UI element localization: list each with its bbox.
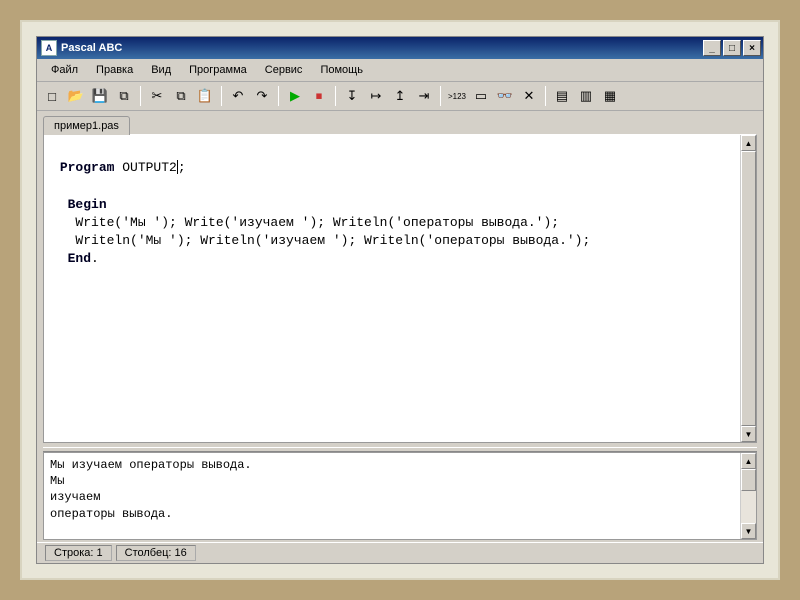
run-to-cursor-icon[interactable]: ⇥: [413, 85, 435, 107]
new-file-icon[interactable]: □: [41, 85, 63, 107]
app-icon: A: [41, 40, 57, 56]
kw-program: Program: [60, 160, 115, 175]
save-all-icon[interactable]: ⧉: [113, 85, 135, 107]
output-text: Мы изучаем операторы вывода. Мы изучаем …: [44, 453, 740, 539]
paste-icon[interactable]: 📋: [194, 85, 216, 107]
text-cursor: [177, 160, 178, 174]
tile-vert-icon[interactable]: ▥: [575, 85, 597, 107]
menu-program[interactable]: Программа: [181, 62, 255, 78]
end-dot: .: [91, 251, 99, 266]
output-pane: Мы изучаем операторы вывода. Мы изучаем …: [43, 452, 757, 540]
menu-view[interactable]: Вид: [143, 62, 179, 78]
redo-icon[interactable]: ↷: [251, 85, 273, 107]
close-doc-icon[interactable]: ✕: [518, 85, 540, 107]
minimize-button[interactable]: _: [703, 40, 721, 56]
open-file-icon[interactable]: 📂: [65, 85, 87, 107]
toolbar-separator: [440, 86, 441, 106]
scroll-thumb[interactable]: [741, 151, 756, 426]
scroll-thumb[interactable]: [741, 469, 756, 491]
tab-active[interactable]: пример1.pas: [43, 116, 130, 135]
toolbar-separator: [335, 86, 336, 106]
stop-icon[interactable]: ⏹: [308, 85, 330, 107]
app-window: A Pascal ABC _ □ × Файл Правка Вид Прогр…: [36, 36, 764, 564]
toolbar-separator: [278, 86, 279, 106]
output-scrollbar[interactable]: ▲ ▼: [740, 453, 756, 539]
statusbar: Строка: 1 Столбец: 16: [37, 542, 763, 563]
status-line: Строка: 1: [45, 545, 112, 561]
editor-pane: Program OUTPUT2; Begin Write('Мы '); Wri…: [43, 134, 757, 443]
code-line-4: Writeln('Мы '); Writeln('изучаем '); Wri…: [52, 233, 590, 248]
semicolon: ;: [178, 160, 186, 175]
window-list-icon[interactable]: ▭: [470, 85, 492, 107]
scroll-up-icon[interactable]: ▲: [741, 135, 756, 151]
cascade-icon[interactable]: ▦: [599, 85, 621, 107]
toolbar-separator: [140, 86, 141, 106]
kw-end: End: [68, 251, 91, 266]
copy-icon[interactable]: ⧉: [170, 85, 192, 107]
undo-icon[interactable]: ↶: [227, 85, 249, 107]
window-title: Pascal ABC: [61, 42, 703, 54]
program-name: OUTPUT2: [114, 160, 176, 175]
toolbar: □📂💾⧉✂⧉📋↶↷▶⏹↧↦↥⇥>123▭👓✕▤▥▦: [37, 82, 763, 111]
toolbar-separator: [545, 86, 546, 106]
menu-help[interactable]: Помощь: [312, 62, 371, 78]
scroll-down-icon[interactable]: ▼: [741, 523, 756, 539]
kw-begin: Begin: [68, 197, 107, 212]
maximize-button[interactable]: □: [723, 40, 741, 56]
menu-edit[interactable]: Правка: [88, 62, 141, 78]
outer-frame: A Pascal ABC _ □ × Файл Правка Вид Прогр…: [20, 20, 780, 580]
editor-scrollbar[interactable]: ▲ ▼: [740, 135, 756, 442]
step-into-icon[interactable]: ↧: [341, 85, 363, 107]
titlebar: A Pascal ABC _ □ ×: [37, 37, 763, 59]
menubar: Файл Правка Вид Программа Сервис Помощь: [37, 59, 763, 82]
scroll-track[interactable]: [741, 469, 756, 523]
scroll-track[interactable]: [741, 151, 756, 426]
scroll-up-icon[interactable]: ▲: [741, 453, 756, 469]
step-over-icon[interactable]: ↦: [365, 85, 387, 107]
status-col: Столбец: 16: [116, 545, 196, 561]
step-out-icon[interactable]: ↥: [389, 85, 411, 107]
run-icon[interactable]: ▶: [284, 85, 306, 107]
menu-file[interactable]: Файл: [43, 62, 86, 78]
tabstrip: пример1.pas: [37, 111, 763, 134]
cut-icon[interactable]: ✂: [146, 85, 168, 107]
save-file-icon[interactable]: 💾: [89, 85, 111, 107]
goto-line-icon[interactable]: >123: [446, 85, 468, 107]
tile-horiz-icon[interactable]: ▤: [551, 85, 573, 107]
code-line-3: Write('Мы '); Write('изучаем '); Writeln…: [52, 215, 559, 230]
watch-icon[interactable]: 👓: [494, 85, 516, 107]
toolbar-separator: [221, 86, 222, 106]
close-button[interactable]: ×: [743, 40, 761, 56]
menu-service[interactable]: Сервис: [257, 62, 311, 78]
scroll-down-icon[interactable]: ▼: [741, 426, 756, 442]
code-editor[interactable]: Program OUTPUT2; Begin Write('Мы '); Wri…: [44, 135, 740, 442]
